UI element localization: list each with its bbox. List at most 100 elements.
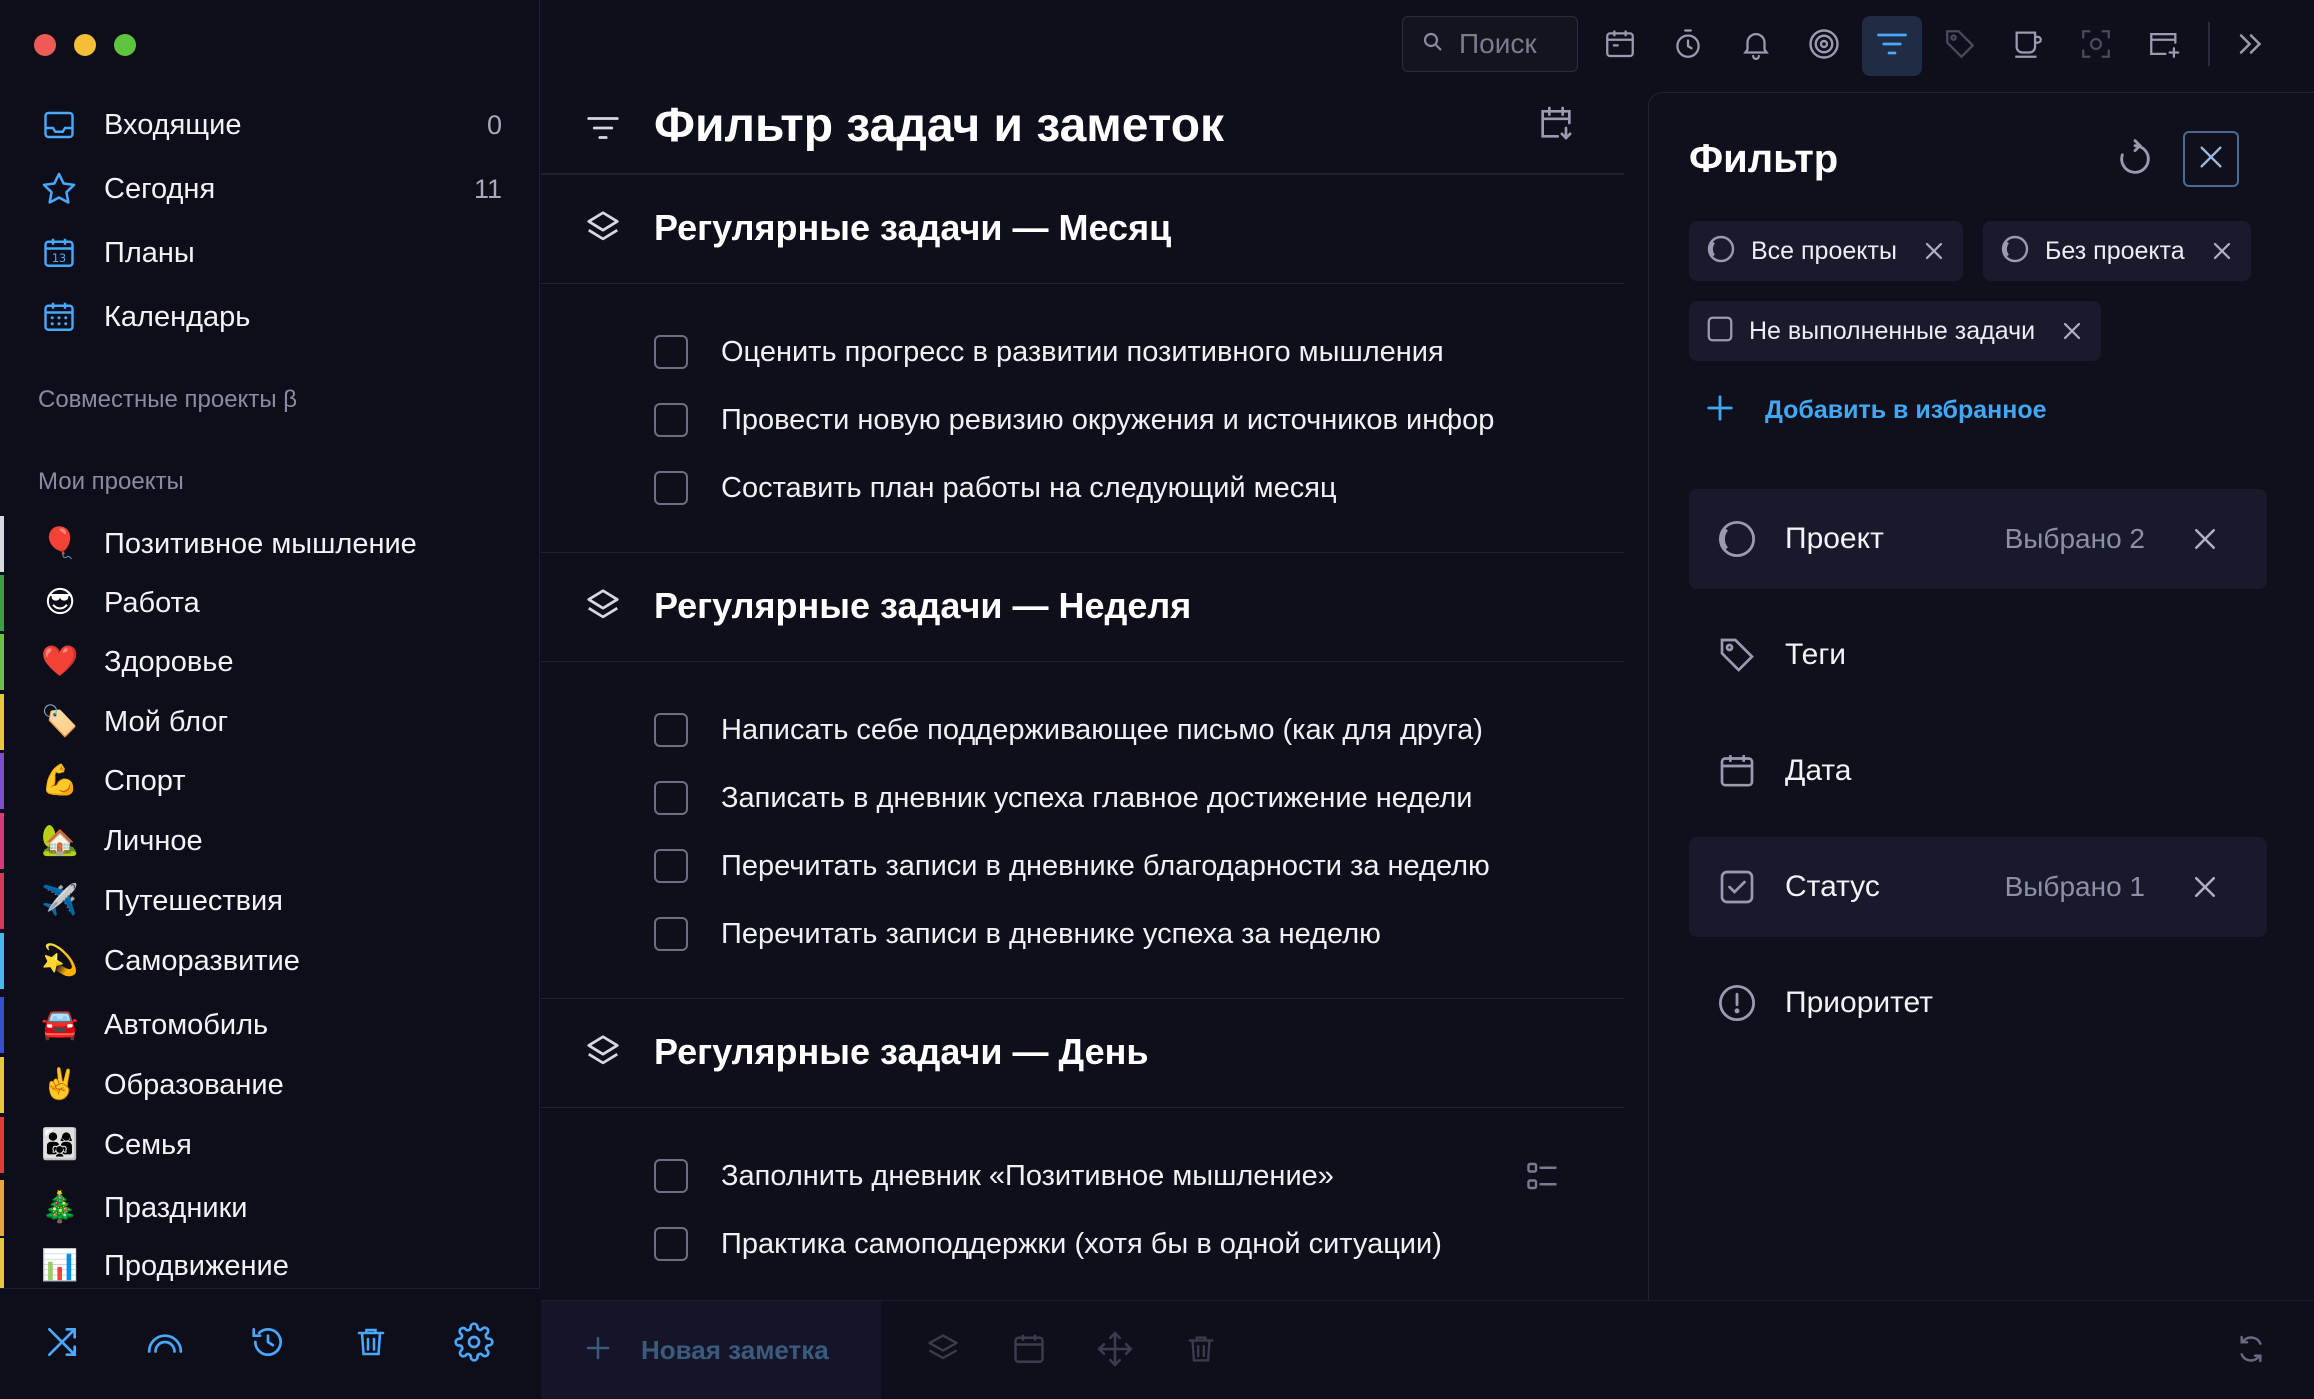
my-projects-label: Мои проекты [38,468,184,495]
window-minimize-button[interactable] [74,34,96,56]
task-checkbox[interactable] [654,1227,688,1261]
sidebar-item-calendar[interactable]: Календарь [38,292,502,342]
close-filter-button[interactable] [2183,131,2239,187]
task-row[interactable]: Практика самоподдержки (хотя бы в одной … [654,1216,1554,1272]
task-row[interactable]: Заполнить дневник «Позитивное мышление» [654,1148,1557,1204]
timer-button[interactable] [1658,16,1718,76]
task-checkbox[interactable] [654,849,688,883]
notifications-button[interactable] [1726,16,1786,76]
task-row[interactable]: Оценить прогресс в развитии позитивного … [654,324,1554,380]
project-item[interactable]: 🏡 Личное [0,813,540,869]
search-box[interactable] [1402,16,1578,72]
project-color-bar [0,997,4,1053]
task-row[interactable]: Написать себе поддерживающее письмо (как… [654,702,1554,758]
history-button[interactable] [243,1319,293,1369]
task-row[interactable]: Перечитать записи в дневнике благодарнос… [654,838,1554,894]
new-note-button[interactable]: Новая заметка [541,1301,881,1399]
rainbow-button[interactable] [140,1319,190,1369]
collapse-panel-button[interactable] [2221,16,2281,76]
task-checkbox[interactable] [654,403,688,437]
move-button[interactable] [1091,1327,1139,1375]
reset-filter-button[interactable] [2107,133,2163,189]
filter-button[interactable] [1862,16,1922,76]
task-row[interactable]: Составить план работы на следующий месяц [654,460,1554,516]
sort-by-date-button[interactable] [1531,100,1581,150]
chip-remove-button[interactable] [2059,318,2085,344]
filter-row-tags[interactable]: Теги [1689,605,2267,705]
shared-projects-label[interactable]: Совместные проекты β [38,386,297,414]
filter-row-date[interactable]: Дата [1689,721,2267,821]
project-item[interactable]: ✌️ Образование [0,1057,540,1113]
filter-list-button[interactable] [581,108,625,152]
project-item[interactable]: ❤️ Здоровье [0,634,540,690]
add-to-favorites-button[interactable]: Добавить в избранное [1705,393,2047,428]
sidebar-item-today[interactable]: Сегодня 11 [38,164,502,214]
window-zoom-button[interactable] [114,34,136,56]
trash-button[interactable] [346,1319,396,1369]
move-arrows-icon [1096,1330,1134,1373]
project-item[interactable]: 💫 Саморазвитие [0,933,540,989]
filter-row-value: Выбрано 2 [2004,523,2145,554]
delete-button[interactable] [1177,1327,1225,1375]
layers-icon [581,583,625,627]
filter-row-project[interactable]: Проект Выбрано 2 [1689,489,2267,589]
move-to-group-button[interactable] [919,1327,967,1375]
sidebar-item-plans[interactable]: 13 Планы [38,228,502,278]
project-emoji-icon: ❤️ [41,645,79,678]
circle-icon [1715,517,1759,561]
project-emoji-icon: 📊 [41,1249,79,1282]
project-item[interactable]: 👨‍👩‍👧 Семья [0,1117,540,1173]
shuffle-icon [43,1323,81,1366]
project-item[interactable]: ✈️ Путешествия [0,873,540,929]
search-input[interactable] [1459,28,1569,60]
task-checkbox[interactable] [654,781,688,815]
set-date-button[interactable] [1005,1327,1053,1375]
chip-remove-button[interactable] [2209,238,2235,264]
project-item[interactable]: 📊 Продвижение [0,1238,540,1294]
toolbar-separator [2208,22,2210,66]
filter-row-priority[interactable]: Приоритет [1689,953,2267,1053]
window-close-button[interactable] [34,34,56,56]
chip-incomplete-tasks[interactable]: Не выполненные задачи [1689,301,2102,361]
project-item[interactable]: 🚘 Автомобиль [0,997,540,1053]
chip-all-projects[interactable]: Все проекты [1689,221,1963,281]
clear-project-filter-button[interactable] [2189,523,2221,555]
history-icon [249,1323,287,1366]
project-item[interactable]: 😎 Работа [0,575,540,631]
reset-icon [2115,138,2155,184]
progress-button[interactable] [1794,16,1854,76]
filter-row-status[interactable]: Статус Выбрано 1 [1689,837,2267,937]
calendar-icon [1715,749,1759,793]
group-header[interactable]: Регулярные задачи — День [541,998,1624,1108]
task-checkbox[interactable] [654,917,688,951]
task-checkbox[interactable] [654,335,688,369]
group-header[interactable]: Регулярные задачи — Месяц [541,174,1624,284]
sidebar-item-inbox[interactable]: Входящие 0 [38,100,502,150]
project-item[interactable]: 💪 Спорт [0,753,540,809]
group-header[interactable]: Регулярные задачи — Неделя [541,552,1624,662]
shuffle-button[interactable] [37,1319,87,1369]
task-checkbox[interactable] [654,713,688,747]
chip-remove-button[interactable] [1921,238,1947,264]
task-row[interactable]: Записать в дневник успеха главное достиж… [654,770,1554,826]
clear-status-filter-button[interactable] [2189,871,2221,903]
task-row[interactable]: Провести новую ревизию окружения и источ… [654,392,1554,448]
sidebar-item-label: Планы [104,236,195,269]
task-row[interactable]: Перечитать записи в дневнике успеха за н… [654,906,1554,962]
settings-button[interactable] [449,1319,499,1369]
project-item[interactable]: 🏷️ Мой блог [0,694,540,750]
chip-no-project[interactable]: Без проекта [1983,221,2251,281]
project-item[interactable]: 🎈 Позитивное мышление [0,516,540,572]
task-checkbox[interactable] [654,471,688,505]
focus-button[interactable] [2066,16,2126,76]
break-button[interactable] [1998,16,2058,76]
new-window-button[interactable] [2134,16,2194,76]
tags-button[interactable] [1930,16,1990,76]
layers-icon [581,1029,625,1073]
filter-row-value: Выбрано 1 [2004,871,2145,902]
calendar-view-button[interactable] [1590,16,1650,76]
project-item[interactable]: 🎄 Праздники [0,1180,540,1236]
sync-button[interactable] [2227,1327,2275,1375]
project-color-bar [0,516,4,572]
task-checkbox[interactable] [654,1159,688,1193]
